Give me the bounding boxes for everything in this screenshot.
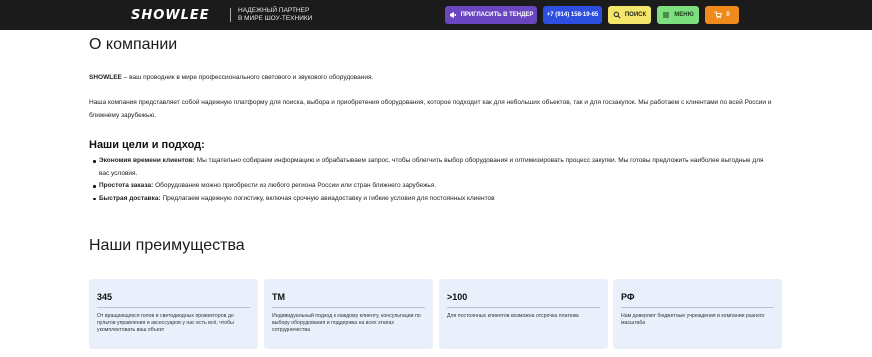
advantage-divider (447, 307, 600, 308)
goal-item-text: Предлагаем надежную логистику, включая с… (160, 194, 495, 202)
about-intro-brand: SHOWLEE (89, 74, 122, 81)
goal-item-label: Простота заказа: (99, 182, 154, 189)
about-paragraph: Наша компания представляет собой надежну… (89, 99, 772, 119)
goal-item-label: Быстрая доставка: (99, 194, 161, 202)
phone-button[interactable]: +7 (914) 158-19-65 (543, 6, 602, 24)
advantage-value: ТМ (272, 292, 285, 302)
advantage-card: 345 От вращающихся голов и светодиодных … (89, 279, 258, 349)
cart-button[interactable]: 0 (705, 6, 739, 24)
about-intro: SHOWLEE – ваш проводник в мире профессио… (89, 72, 789, 85)
search-icon (613, 11, 621, 19)
goal-item-time: Экономия времени клиентов: Мы тщательно … (93, 155, 769, 180)
search-button[interactable]: ПОИСК (608, 6, 651, 24)
phone-label: +7 (914) 158-19-65 (546, 12, 599, 18)
advantage-desc: Для постоянных клиентов возможна отсрочк… (447, 313, 579, 319)
tagline-line-2: В МИРЕ ШОУ-ТЕХНИКИ (238, 15, 313, 22)
tagline: НАДЕЖНЫЙ ПАРТНЕР В МИРЕ ШОУ-ТЕХНИКИ (238, 7, 312, 23)
advantage-desc: Индивидуальный подход к каждому клиенту,… (272, 313, 421, 333)
goals-title: Наши цели и подход: (89, 139, 205, 151)
search-label: ПОИСК (624, 12, 647, 18)
advantage-card: >100 Для постоянных клиентов возможна от… (439, 279, 608, 349)
menu-button[interactable]: МЕНЮ (657, 6, 699, 24)
about-intro-text: – ваш проводник в мире профессионального… (121, 74, 374, 81)
goal-item-order: Простота заказа: Оборудование можно прио… (93, 180, 769, 193)
advantage-desc: От вращающихся голов и светодиодных прож… (97, 313, 234, 333)
top-bar: SHOWLEE НАДЕЖНЫЙ ПАРТНЕР В МИРЕ ШОУ-ТЕХН… (0, 0, 872, 30)
goals-list: Экономия времени клиентов: Мы тщательно … (93, 155, 769, 206)
goal-item-text: Оборудование можно приобрести из любого … (153, 182, 437, 189)
goal-item-text: Мы тщательно собираем информацию и обраб… (99, 157, 764, 177)
tagline-line-1: НАДЕЖНЫЙ ПАРТНЕР (238, 7, 310, 14)
tender-icon (449, 11, 457, 19)
advantage-value: 345 (97, 292, 113, 302)
cart-count: 0 (726, 12, 730, 18)
advantage-card: РФ Нам доверяют бюджетные учреждения и к… (613, 279, 782, 349)
invite-tender-label: ПРИГЛАСИТЬ В ТЕНДЕР (460, 12, 534, 18)
menu-label: МЕНЮ (674, 12, 694, 18)
goal-item-label: Экономия времени клиентов: (99, 157, 195, 164)
logo[interactable]: SHOWLEE (131, 8, 210, 23)
advantage-value: >100 (447, 292, 468, 302)
invite-tender-button[interactable]: ПРИГЛАСИТЬ В ТЕНДЕР (445, 6, 537, 24)
advantage-divider (97, 307, 250, 308)
advantage-desc: Нам доверяют бюджетные учреждения и комп… (621, 313, 765, 326)
advantage-card: ТМ Индивидуальный подход к каждому клиен… (264, 279, 433, 349)
logo-divider (230, 8, 231, 22)
goal-item-delivery: Быстрая доставка: Предлагаем надежную ло… (93, 193, 769, 206)
about-title: О компании (89, 36, 178, 53)
advantage-divider (272, 307, 425, 308)
cart-icon (714, 11, 723, 19)
advantage-divider (621, 307, 774, 308)
advantage-value: РФ (621, 292, 635, 302)
advantages-title: Наши преимущества (89, 237, 245, 254)
menu-icon (662, 11, 670, 19)
